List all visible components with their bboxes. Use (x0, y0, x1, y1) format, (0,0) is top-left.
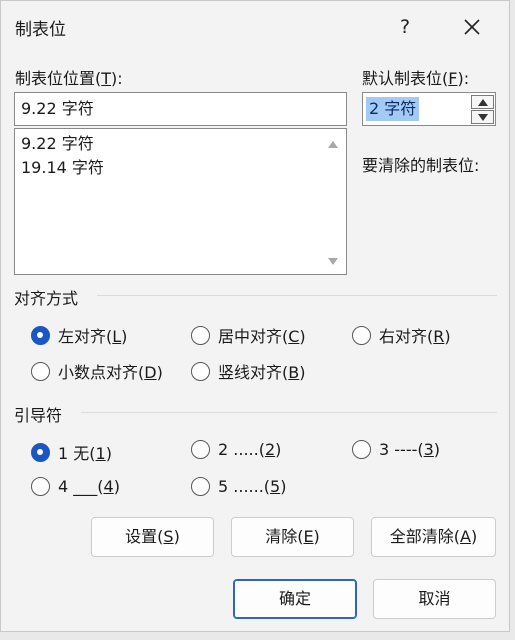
list-item[interactable]: 19.14 字符 (15, 156, 104, 180)
ok-button[interactable]: 确定 (233, 579, 357, 619)
radio-indicator[interactable] (31, 442, 50, 462)
default-tab-value[interactable]: 2 字符 (366, 97, 420, 121)
leader-heading: 引导符 (14, 406, 63, 425)
leader-dots-radio[interactable]: 2 .....(2) (191, 440, 281, 459)
align-left-radio[interactable]: 左对齐(L) (31, 323, 127, 347)
radio-indicator[interactable] (191, 440, 210, 459)
tabs-dialog: 制表位 ? 制表位位置(T): 9.22 字符 9.22 字符 19.14 字符… (0, 0, 510, 632)
radio-indicator[interactable] (31, 477, 50, 496)
close-icon (464, 18, 480, 35)
clear-button[interactable]: 清除(E) (231, 517, 354, 557)
chevron-up-icon (478, 99, 488, 106)
leader-middots-radio[interactable]: 5 ......(5) (191, 477, 286, 496)
close-button[interactable] (449, 9, 495, 45)
scroll-down-arrow-icon[interactable] (326, 255, 340, 269)
decrement-button[interactable] (471, 110, 494, 124)
list-item[interactable]: 9.22 字符 (15, 132, 104, 156)
leader-divider (81, 412, 497, 413)
scroll-up-arrow-icon[interactable] (326, 137, 340, 151)
radio-indicator[interactable] (31, 361, 50, 381)
align-bar-radio[interactable]: 竖线对齐(B) (191, 359, 305, 383)
default-tab-label: 默认制表位(F): (362, 69, 470, 88)
align-decimal-radio[interactable]: 小数点对齐(D) (31, 359, 163, 383)
radio-indicator[interactable] (191, 361, 210, 381)
radio-indicator[interactable] (191, 325, 210, 345)
leader-underline-radio[interactable]: 4 ___(4) (31, 477, 120, 496)
tab-position-list[interactable]: 9.22 字符 19.14 字符 (14, 128, 347, 275)
tab-position-label: 制表位位置(T): (15, 69, 123, 88)
leader-none-radio[interactable]: 1 无(1) (31, 440, 112, 464)
title-bar[interactable]: 制表位 ? (1, 1, 511, 53)
radio-indicator[interactable] (352, 325, 371, 345)
default-tab-stepper[interactable]: 2 字符 (362, 92, 496, 126)
align-center-radio[interactable]: 居中对齐(C) (191, 323, 306, 347)
clear-all-button[interactable]: 全部清除(A) (371, 517, 496, 557)
dialog-title: 制表位 (15, 20, 66, 40)
radio-indicator[interactable] (191, 477, 210, 496)
tabs-to-clear-label: 要清除的制表位: (362, 156, 480, 175)
chevron-down-icon (478, 114, 488, 121)
set-button[interactable]: 设置(S) (91, 517, 214, 557)
alignment-heading: 对齐方式 (14, 289, 79, 308)
help-button[interactable]: ? (385, 9, 425, 45)
leader-dashes-radio[interactable]: 3 ----(3) (352, 440, 440, 459)
radio-indicator[interactable] (31, 325, 50, 345)
alignment-divider (97, 295, 497, 296)
align-right-radio[interactable]: 右对齐(R) (352, 323, 451, 347)
cancel-button[interactable]: 取消 (373, 579, 496, 619)
radio-indicator[interactable] (352, 440, 371, 459)
tab-position-input[interactable]: 9.22 字符 (14, 92, 347, 126)
increment-button[interactable] (471, 95, 494, 109)
